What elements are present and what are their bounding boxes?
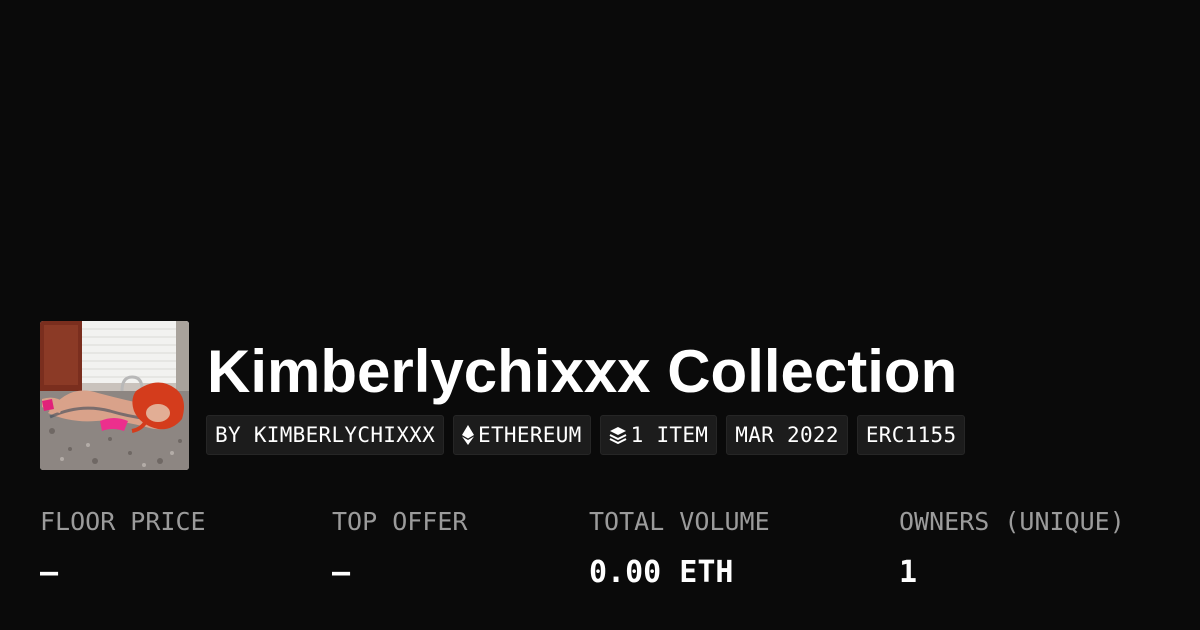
items-tag[interactable]: 1 ITEM [599, 415, 718, 455]
top-offer-stat: TOP OFFER – [332, 505, 467, 591]
collection-avatar-image [40, 321, 189, 470]
floor-price-label: FLOOR PRICE [40, 507, 206, 536]
owners-stat: OWNERS (UNIQUE) 1 [899, 505, 1125, 591]
collection-share-card: Kimberlychixxx Collection BY KIMBERLYCHI… [0, 0, 1200, 630]
top-offer-value: – [332, 555, 351, 590]
owners-value: 1 [899, 555, 918, 590]
items-tag-label: 1 ITEM [630, 423, 709, 447]
total-volume-stat: TOTAL VOLUME 0.00 ETH [589, 505, 770, 591]
total-volume-value: 0.00 ETH [589, 555, 734, 590]
collection-tags: BY KIMBERLYCHIXXX ETHEREUM 1 ITEM MAR 20… [206, 415, 966, 455]
ethereum-icon [462, 425, 475, 445]
owners-label: OWNERS (UNIQUE) [899, 507, 1125, 536]
creator-tag-label: BY KIMBERLYCHIXXX [215, 423, 436, 447]
token-standard-tag: ERC1155 [856, 415, 966, 455]
date-tag-label: MAR 2022 [735, 423, 839, 447]
floor-price-stat: FLOOR PRICE – [40, 505, 206, 591]
layers-icon [609, 426, 627, 444]
collection-title: Kimberlychixxx Collection [207, 338, 958, 405]
creator-tag[interactable]: BY KIMBERLYCHIXXX [206, 415, 445, 455]
date-tag: MAR 2022 [726, 415, 848, 455]
top-offer-label: TOP OFFER [332, 507, 468, 536]
token-standard-tag-label: ERC1155 [865, 423, 957, 447]
total-volume-label: TOTAL VOLUME [589, 507, 770, 536]
chain-tag[interactable]: ETHEREUM [453, 415, 591, 455]
avatar-photo [40, 321, 189, 470]
chain-tag-label: ETHEREUM [478, 423, 582, 447]
floor-price-value: – [40, 555, 59, 590]
